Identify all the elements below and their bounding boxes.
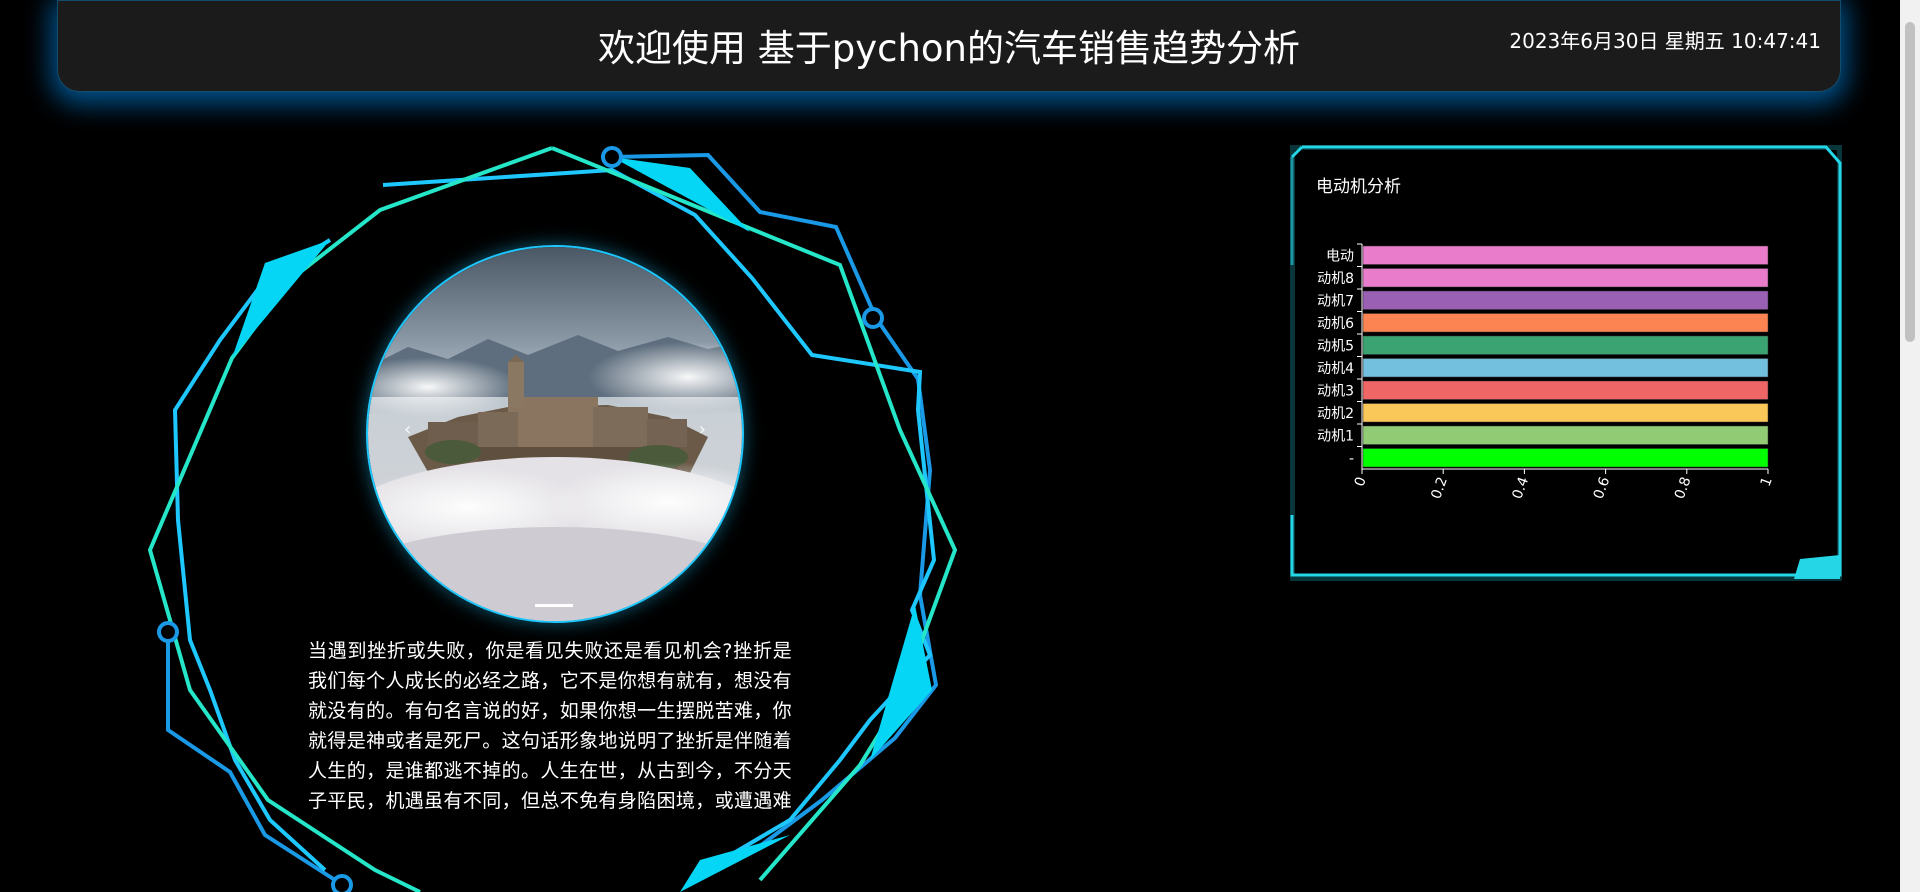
motor-bar-chart: - 动机1 动机2 动机3 动机4 动机5 动机6 动机7 动机8 电动 0 0.2 0.4 0.6 0.8… <box>1317 243 1776 501</box>
category-label-9: 电动 <box>1326 248 1354 264</box>
bar-8 <box>1362 268 1769 288</box>
x-tick-label-0: 0 <box>1352 475 1370 489</box>
carousel-prev-button[interactable]: ‹ <box>404 419 411 440</box>
category-label-5: 动机5 <box>1317 338 1354 354</box>
motor-analysis-panel: 电动机分析 - 动机1 动机2 动机3 动机4 动机5 动机6 动机7 动机8 电动 0 0.2 0.4… <box>1290 145 1842 581</box>
bar-1 <box>1362 425 1769 445</box>
bar-0 <box>1362 448 1769 468</box>
category-label-8: 动机8 <box>1317 271 1354 287</box>
chevron-right-icon: › <box>698 419 706 440</box>
carousel-indicator-1[interactable] <box>535 604 573 607</box>
category-label-3: 动机3 <box>1317 383 1354 399</box>
category-label-0: - <box>1349 451 1354 467</box>
category-label-2: 动机2 <box>1317 406 1354 422</box>
x-tick-label-1: 0.2 <box>1428 475 1451 501</box>
bar-3 <box>1362 380 1769 400</box>
category-label-1: 动机1 <box>1317 428 1354 444</box>
datetime-display: 2023年6月30日 星期五 10:47:41 <box>1509 29 1821 53</box>
x-tick-label-2: 0.4 <box>1510 475 1533 501</box>
image-carousel[interactable]: ‹ › <box>366 245 744 623</box>
chevron-left-icon: ‹ <box>404 419 412 440</box>
bar-6 <box>1362 313 1769 333</box>
carousel-next-button[interactable]: › <box>699 419 706 440</box>
x-tick-label-3: 0.6 <box>1591 475 1614 501</box>
x-tick-label-5: 1 <box>1758 475 1776 489</box>
category-label-6: 动机6 <box>1317 316 1354 332</box>
bar-2 <box>1362 403 1769 423</box>
page-scrollbar[interactable] <box>1900 0 1920 892</box>
scrollbar-thumb[interactable] <box>1905 22 1915 342</box>
bar-5 <box>1362 335 1769 355</box>
x-tick-label-4: 0.8 <box>1672 475 1695 501</box>
article-text: 当遇到挫折或失败，你是看见失败还是看见机会?挫折是我们每个人成长的必经之路，它不… <box>308 640 792 812</box>
bar-7 <box>1362 290 1769 310</box>
category-label-7: 动机7 <box>1317 293 1354 309</box>
bar-9 <box>1362 245 1769 265</box>
castle-in-clouds-image <box>368 247 742 621</box>
category-label-4: 动机4 <box>1317 361 1354 377</box>
bar-4 <box>1362 358 1769 378</box>
